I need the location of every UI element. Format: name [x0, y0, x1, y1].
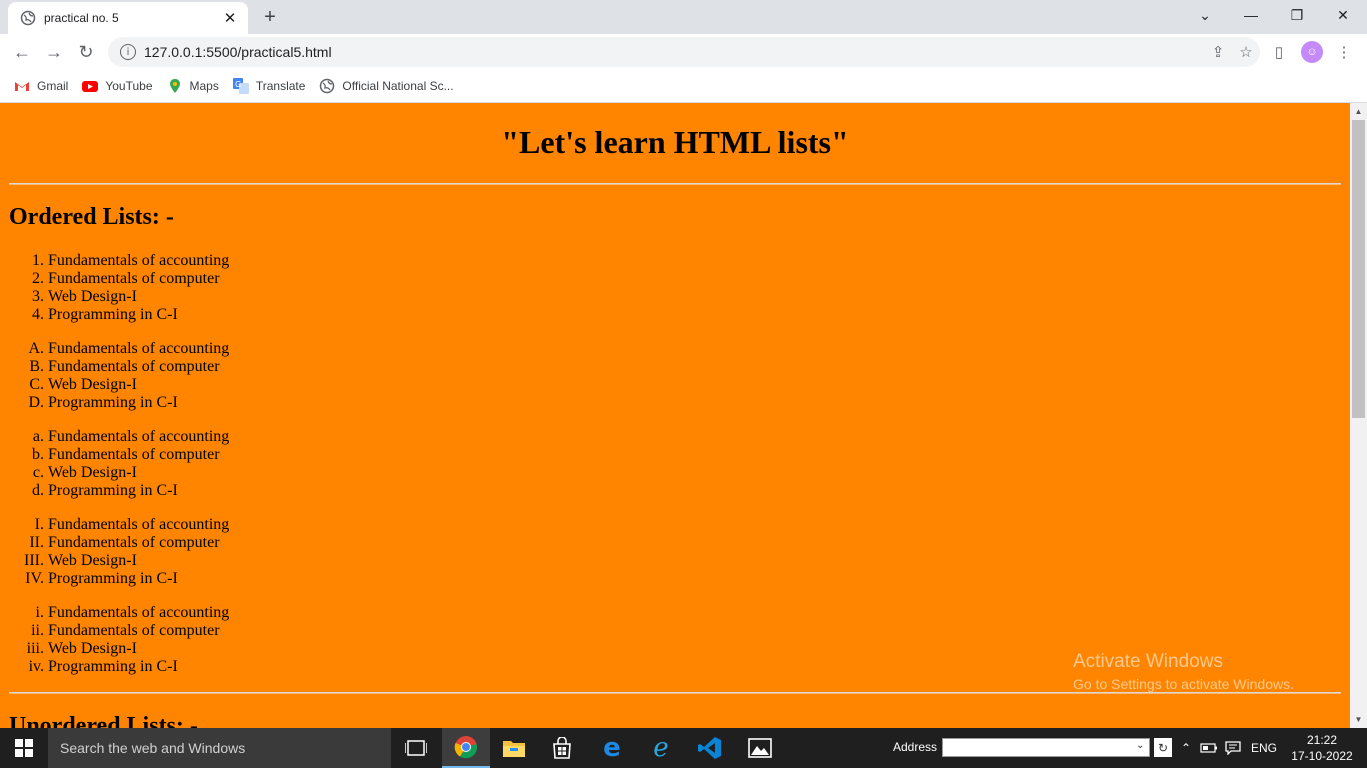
store-icon[interactable]: [538, 728, 586, 768]
refresh-icon[interactable]: ↻: [1154, 738, 1172, 757]
list-item: II. Fundamentals of computer: [29, 534, 220, 551]
scroll-down-icon[interactable]: ▼: [1350, 711, 1367, 728]
bookmark-gmail[interactable]: Gmail: [14, 78, 68, 94]
ordered-list-lower-roman: i. Fundamentals of accounting ii. Fundamen…: [26, 604, 230, 676]
photos-icon[interactable]: [736, 728, 784, 768]
svg-text:G: G: [235, 80, 241, 89]
address-toolbar-input[interactable]: [942, 738, 1150, 757]
chrome-taskbar-icon[interactable]: [442, 728, 490, 768]
chevron-up-icon[interactable]: ⌃: [1177, 728, 1195, 768]
close-window-button[interactable]: ✕: [1320, 0, 1366, 30]
divider: [9, 183, 1341, 185]
internet-explorer-icon[interactable]: e: [637, 728, 685, 768]
list-item: 4. Programming in C-I: [32, 306, 178, 323]
page-scrollbar[interactable]: ▲ ▼: [1350, 103, 1367, 728]
divider: [9, 692, 1341, 694]
site-info-icon[interactable]: i: [120, 44, 136, 60]
browser-tab[interactable]: practical no. 5 ✕: [8, 2, 248, 34]
list-item: 3. Web Design-I: [32, 288, 137, 305]
back-button[interactable]: ←: [8, 38, 36, 66]
list-item: ii. Fundamentals of computer: [31, 622, 220, 639]
ordered-list-upper-alpha: A. Fundamentals of accounting B. Fundament…: [28, 340, 230, 412]
bookmark-star-icon[interactable]: ☆: [1232, 38, 1260, 66]
new-tab-button[interactable]: +: [258, 5, 282, 29]
bookmark-official-national[interactable]: Official National Sc...: [319, 78, 454, 94]
vscode-icon[interactable]: [686, 728, 734, 768]
tab-search-icon[interactable]: ⌄: [1182, 0, 1228, 30]
edge-icon[interactable]: e: [588, 728, 636, 768]
share-icon[interactable]: ⇪: [1204, 38, 1232, 66]
maps-icon: [169, 79, 180, 93]
bookmark-youtube[interactable]: YouTube: [82, 78, 153, 94]
list-item: III. Web Design-I: [24, 552, 137, 569]
minimize-button[interactable]: —: [1228, 0, 1274, 30]
file-explorer-icon[interactable]: [490, 728, 538, 768]
gmail-icon: [15, 82, 29, 91]
chevron-down-icon[interactable]: ⌄: [1136, 740, 1144, 751]
system-clock[interactable]: 21:22 17-10-2022: [1290, 732, 1354, 764]
list-item: iv. Programming in C-I: [28, 658, 178, 675]
list-item: I. Fundamentals of accounting: [34, 516, 230, 533]
tab-title: practical no. 5: [44, 11, 119, 25]
menu-icon[interactable]: ⋮: [1330, 38, 1358, 66]
search-placeholder: Search the web and Windows: [60, 740, 246, 756]
avatar: ☺: [1301, 41, 1323, 63]
list-item: c. Web Design-I: [32, 464, 137, 481]
ordered-list-upper-roman: I. Fundamentals of accounting II. Fundamen…: [24, 516, 230, 588]
translate-icon: G: [232, 78, 249, 94]
bookmark-translate[interactable]: G Translate: [232, 78, 305, 94]
windows-icon: [15, 739, 33, 757]
ordered-list-lower-alpha: a. Fundamentals of accounting b. Fundament…: [32, 428, 230, 500]
ordered-lists-heading: Ordered Lists: -: [9, 204, 174, 230]
taskbar-search[interactable]: Search the web and Windows: [48, 728, 391, 768]
start-button[interactable]: [0, 728, 48, 768]
url-text[interactable]: 127.0.0.1:5500/practical5.html: [144, 44, 1204, 60]
profile-button[interactable]: ☺: [1298, 38, 1326, 66]
bookmark-maps[interactable]: Maps: [167, 78, 219, 94]
tab-strip: practical no. 5 ✕ + ⌄ — ❐ ✕: [0, 0, 1367, 34]
unordered-lists-heading: Unordered Lists: -: [9, 713, 198, 728]
browser-toolbar: ← → ↻ i 127.0.0.1:5500/practical5.html ⇪…: [0, 34, 1367, 70]
list-item: i. Fundamentals of accounting: [35, 604, 230, 621]
address-bar[interactable]: i 127.0.0.1:5500/practical5.html ⇪ ☆: [108, 37, 1260, 67]
list-item: b. Fundamentals of computer: [32, 446, 220, 463]
language-indicator[interactable]: ENG: [1248, 728, 1280, 768]
address-toolbar-label: Address: [893, 740, 938, 754]
page-title: "Let's learn HTML lists": [501, 124, 849, 160]
clock-date: 17-10-2022: [1291, 749, 1353, 763]
page-viewport: "Let's learn HTML lists" Ordered Lists: …: [0, 103, 1350, 728]
restore-button[interactable]: ❐: [1274, 0, 1320, 30]
list-item: iii. Web Design-I: [26, 640, 137, 657]
activate-windows-subtitle: Go to Settings to activate Windows.: [1073, 676, 1294, 692]
list-item: a. Fundamentals of accounting: [32, 428, 230, 445]
scrollbar-thumb[interactable]: [1352, 120, 1365, 418]
notifications-icon[interactable]: [1222, 728, 1244, 768]
activate-windows-title: Activate Windows: [1073, 651, 1223, 672]
taskbar: Search the web and Windows e e Address ⌄…: [0, 728, 1367, 768]
list-item: A. Fundamentals of accounting: [28, 340, 230, 357]
clock-time: 21:22: [1306, 733, 1338, 747]
globe-icon: [320, 78, 335, 94]
list-item: D. Programming in C-I: [28, 394, 178, 411]
globe-icon: [20, 10, 36, 26]
scroll-up-icon[interactable]: ▲: [1350, 103, 1367, 120]
forward-button[interactable]: →: [40, 38, 68, 66]
list-item: C. Web Design-I: [29, 376, 137, 393]
battery-icon[interactable]: [1199, 728, 1219, 768]
list-item: IV. Programming in C-I: [25, 570, 178, 587]
bookmarks-bar: Gmail YouTube Maps G Translate Official …: [0, 70, 1367, 103]
side-panel-icon[interactable]: ▯: [1265, 38, 1293, 66]
list-item: 1. Fundamentals of accounting: [32, 252, 230, 269]
close-tab-icon[interactable]: ✕: [218, 6, 242, 30]
list-item: d. Programming in C-I: [32, 482, 178, 499]
ordered-list-numeric: 1. Fundamentals of accounting 2. Fundament…: [32, 252, 230, 324]
list-item: B. Fundamentals of computer: [29, 358, 220, 375]
task-view-icon[interactable]: [392, 728, 440, 768]
list-item: 2. Fundamentals of computer: [32, 270, 220, 287]
reload-button[interactable]: ↻: [72, 38, 100, 66]
youtube-icon: [82, 81, 99, 92]
